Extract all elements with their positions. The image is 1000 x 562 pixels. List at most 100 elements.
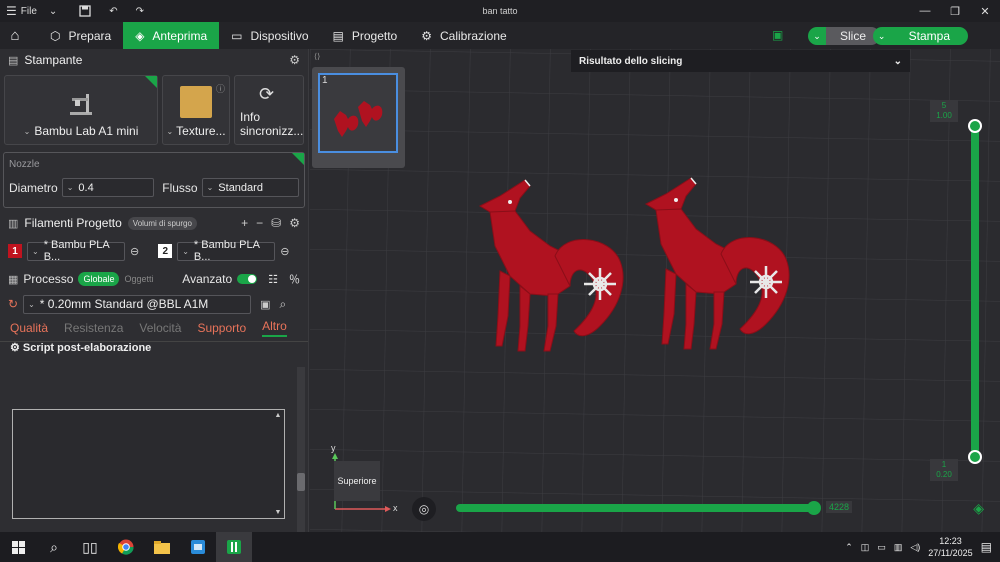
- scroll-down-icon[interactable]: ▼: [275, 509, 282, 516]
- printer-row: ⌄ Bambu Lab A1 mini ⓘ ⌄ Texture... ⟳ Inf…: [0, 71, 308, 145]
- tab-calibrazione[interactable]: ⚙ Calibrazione: [409, 22, 518, 49]
- network-icon[interactable]: ▥: [894, 542, 903, 553]
- chevron-down-icon[interactable]: ⌄: [43, 0, 63, 22]
- redo-icon[interactable]: ↷: [130, 0, 150, 22]
- compare-icon[interactable]: ％: [289, 271, 300, 287]
- view-cube[interactable]: Superiore: [334, 461, 380, 501]
- subtab-qualita[interactable]: Qualità: [10, 321, 48, 335]
- fox-model-left[interactable]: [470, 176, 640, 361]
- filament-badge-2[interactable]: 2: [158, 244, 173, 258]
- list-icon[interactable]: ☷: [268, 273, 278, 286]
- bambu-studio-icon[interactable]: [216, 532, 252, 562]
- slice-group: ▣ ⌄ Slice: [772, 27, 880, 45]
- scroll-up-icon[interactable]: ▲: [275, 412, 282, 419]
- advanced-switch[interactable]: [237, 274, 258, 284]
- layer-top-number: 5: [941, 101, 947, 110]
- minimize-icon[interactable]: —: [910, 0, 940, 22]
- chevron-down-icon[interactable]: ⌄: [807, 27, 826, 45]
- filament-badge-1[interactable]: 1: [8, 244, 22, 258]
- undo-icon[interactable]: ↶: [103, 0, 123, 22]
- reset-icon[interactable]: ↻: [8, 297, 18, 311]
- post-processing-script-input[interactable]: ▲ ▼: [12, 409, 285, 519]
- volume-icon[interactable]: ◁): [910, 542, 920, 553]
- profile-name: * 0.20mm Standard @BBL A1M: [39, 297, 209, 311]
- chevron-up-icon[interactable]: ⌃: [845, 542, 853, 553]
- move-slider-handle[interactable]: [807, 501, 821, 515]
- plate-card[interactable]: ⓘ ⌄ Texture...: [162, 75, 230, 145]
- add-icon[interactable]: +: [241, 216, 248, 230]
- save-icon[interactable]: [73, 0, 97, 22]
- search-icon[interactable]: ⌕: [36, 532, 72, 562]
- restore-icon[interactable]: ❐: [940, 0, 970, 22]
- filament-select-2[interactable]: ⌄ * Bambu PLA B...: [177, 239, 276, 263]
- tab-prepara[interactable]: ⬡ Prepara: [38, 22, 123, 49]
- tab-progetto[interactable]: ▤ Progetto: [321, 22, 410, 49]
- remove-filament-icon[interactable]: ⊖: [130, 245, 139, 258]
- purge-volumes-button[interactable]: Volumi di spurgo: [127, 216, 197, 230]
- settings-icon[interactable]: ⚙: [289, 216, 300, 230]
- meet-now-icon[interactable]: ◫: [861, 542, 870, 553]
- windows-start-icon[interactable]: [0, 532, 36, 562]
- notifications-icon[interactable]: ▤: [981, 540, 992, 554]
- selected-corner-icon: [145, 76, 157, 88]
- layer-slider-bottom-handle[interactable]: [968, 450, 982, 464]
- chevron-down-icon[interactable]: ⌄: [872, 27, 891, 45]
- settings-icon[interactable]: ⚙: [289, 53, 300, 67]
- file-explorer-icon[interactable]: [144, 532, 180, 562]
- diameter-select[interactable]: ⌄ 0.4: [61, 178, 155, 197]
- sync-filament-icon[interactable]: ⛁: [271, 216, 281, 230]
- flow-select[interactable]: ⌄ Standard: [201, 178, 299, 197]
- layer-slider-top-handle[interactable]: [968, 119, 982, 133]
- remove-filament-icon[interactable]: ⊖: [280, 245, 289, 258]
- layers-stack-icon[interactable]: ◈: [973, 500, 984, 517]
- chevron-down-icon: ⌄: [23, 126, 31, 136]
- layer-bottom-height: 0.20: [936, 470, 952, 479]
- objects-toggle[interactable]: Oggetti: [124, 274, 153, 284]
- process-subtabs: Qualità Resistenza Velocità Supporto Alt…: [0, 318, 308, 338]
- tab-anteprima[interactable]: ◈ Anteprima: [123, 22, 220, 49]
- tab-dispositivo[interactable]: ▭ Dispositivo: [219, 22, 320, 49]
- chrome-icon[interactable]: [108, 532, 144, 562]
- store-icon[interactable]: [180, 532, 216, 562]
- global-toggle[interactable]: Globale: [78, 272, 120, 286]
- left-panel: ▤ Stampante ⚙ ⌄ Bambu Lab A1 mini ⓘ ⌄ Te…: [0, 49, 309, 532]
- fox-model-right[interactable]: [636, 174, 806, 359]
- plate-thumbnail[interactable]: 1: [312, 67, 405, 168]
- printer-card[interactable]: ⌄ Bambu Lab A1 mini: [4, 75, 158, 145]
- subtab-supporto[interactable]: Supporto: [197, 321, 246, 335]
- sync-card[interactable]: ⟳ Info sincronizz...: [234, 75, 304, 145]
- hamburger-icon: ☰: [6, 4, 17, 18]
- process-profile-select[interactable]: ⌄ * 0.20mm Standard @BBL A1M: [23, 294, 252, 314]
- collapse-panel-icon[interactable]: ⟨⟩: [314, 52, 320, 61]
- move-slider[interactable]: [456, 504, 816, 512]
- multi-device-icon[interactable]: ▣: [772, 28, 786, 42]
- slicing-result-panel[interactable]: Risultato dello slicing ⌄: [571, 50, 910, 72]
- print-button[interactable]: ⌄ Stampa: [872, 27, 968, 45]
- info-icon[interactable]: ⓘ: [216, 82, 225, 95]
- save-icon[interactable]: ▣: [260, 298, 270, 311]
- 3d-viewport[interactable]: ⟨⟩ 1 Risultato dello slicing ⌄ 5 1.00 1 …: [310, 49, 1000, 532]
- app-window: ☰ File ⌄ ↶ ↷ ban tatto — ❐ ✕ ⌂ ⬡ Prepara…: [0, 0, 1000, 562]
- slice-button[interactable]: ⌄ Slice: [807, 27, 880, 45]
- battery-icon[interactable]: ▭: [877, 542, 886, 553]
- search-icon[interactable]: ⌕: [279, 297, 286, 312]
- process-icon: ▦: [8, 273, 19, 286]
- remove-icon[interactable]: −: [256, 216, 263, 230]
- layer-top-height: 1.00: [936, 111, 952, 120]
- layer-slider[interactable]: [971, 124, 979, 459]
- close-icon[interactable]: ✕: [970, 0, 1000, 22]
- clock[interactable]: 12:23 27/11/2025: [928, 535, 972, 559]
- home-icon[interactable]: ⌂: [0, 22, 30, 49]
- subtab-resistenza[interactable]: Resistenza: [64, 321, 123, 335]
- textarea-scrollbar[interactable]: ▲ ▼: [274, 412, 282, 516]
- subtab-altro[interactable]: Altro: [262, 319, 287, 337]
- panel-scrollbar[interactable]: [297, 367, 305, 532]
- file-menu[interactable]: ☰ File: [0, 0, 43, 22]
- camera-reset-icon[interactable]: ◎: [412, 497, 436, 521]
- task-view-icon[interactable]: ▯▯: [72, 532, 108, 562]
- subtab-velocita[interactable]: Velocità: [139, 321, 181, 335]
- filament-select-1[interactable]: ⌄ * Bambu PLA B...: [27, 239, 125, 263]
- section-title: Filamenti Progetto: [24, 216, 122, 230]
- expand-icon[interactable]: ⌄: [894, 56, 902, 67]
- scroll-thumb[interactable]: [297, 473, 305, 491]
